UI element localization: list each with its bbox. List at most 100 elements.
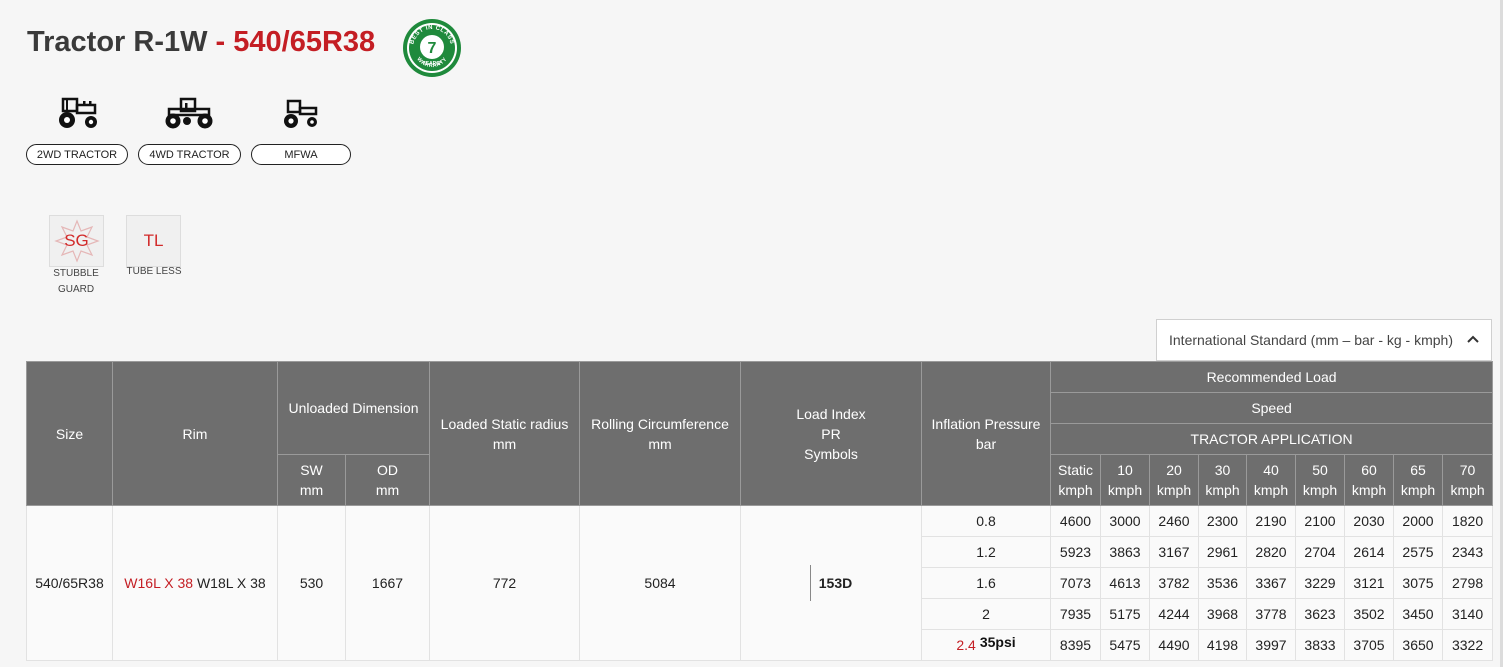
recommended-pressure: 2.4 — [956, 637, 976, 653]
header-speed-50: 50 kmph — [1295, 454, 1345, 506]
header-speed-10: 10 kmph — [1100, 454, 1150, 506]
header-size: Size — [26, 361, 113, 506]
cell-sw: 530 — [277, 505, 346, 661]
cell-load: 5175 — [1100, 598, 1150, 630]
header-rolling-circumference: Rolling Circumference mm — [579, 361, 741, 506]
cell-load: 2030 — [1344, 505, 1394, 537]
tire-spec-table: Size Rim Unloaded Dimension Loaded Stati… — [26, 361, 1494, 661]
cell-inflation-pressure: 2.4 35psi — [921, 629, 1051, 661]
cell-load: 3968 — [1198, 598, 1247, 630]
header-speed-30: 30 kmph — [1198, 454, 1247, 506]
header-load-index: Load Index PR Symbols — [740, 361, 922, 506]
header-speed-70: 70 kmph — [1441, 454, 1494, 506]
tube-less-label: TUBE LESS — [118, 264, 190, 280]
header-tractor-application: TRACTOR APPLICATION — [1049, 423, 1494, 455]
cell-load: 3450 — [1393, 598, 1443, 630]
cell-load: 1820 — [1441, 505, 1494, 537]
cell-load: 8395 — [1050, 629, 1101, 661]
cell-load: 2614 — [1344, 536, 1394, 568]
cell-load: 3705 — [1344, 629, 1394, 661]
badge-years-number: 7 — [428, 40, 437, 57]
cell-od: 1667 — [345, 505, 430, 661]
tractor-mfwa-icon — [280, 96, 322, 130]
load-index-value: 153D — [809, 565, 852, 601]
cell-load: 2798 — [1441, 567, 1494, 599]
cell-load: 3322 — [1441, 629, 1494, 661]
application-mfwa[interactable]: MFWA — [251, 144, 351, 165]
cell-inflation-pressure: 2 — [921, 598, 1051, 630]
cell-load: 7935 — [1050, 598, 1101, 630]
header-speed-40: 40 kmph — [1246, 454, 1296, 506]
stubble-guard-code: SG — [64, 231, 89, 250]
cell-load: 3000 — [1100, 505, 1150, 537]
cell-inflation-pressure: 1.2 — [921, 536, 1051, 568]
tube-less-code: TL — [143, 231, 164, 250]
cell-size: 540/65R38 — [26, 505, 113, 661]
cell-load: 2343 — [1441, 536, 1494, 568]
cell-inflation-pressure: 0.8 — [921, 505, 1051, 537]
header-speed-60: 60 kmph — [1344, 454, 1394, 506]
cell-load: 3167 — [1149, 536, 1199, 568]
stubble-guard-label-line1: STUBBLE — [53, 268, 99, 279]
header-loaded-static-radius: Loaded Static radius mm — [429, 361, 580, 506]
cell-load: 3863 — [1100, 536, 1150, 568]
header-speed-20: 20 kmph — [1149, 454, 1199, 506]
cell-load: 3997 — [1246, 629, 1296, 661]
chevron-up-icon — [1465, 331, 1481, 350]
cell-load: 3623 — [1295, 598, 1345, 630]
cell-load: 4490 — [1149, 629, 1199, 661]
header-unloaded-dimension: Unloaded Dimension — [277, 361, 430, 455]
tractor-4wd-icon — [163, 96, 215, 130]
cell-load: 3140 — [1441, 598, 1494, 630]
tire-size: 540/65R38 — [233, 26, 376, 58]
cell-load: 5923 — [1050, 536, 1101, 568]
rim-alternative: W18L X 38 — [196, 575, 266, 591]
cell-load: 3782 — [1149, 567, 1199, 599]
cell-load: 3778 — [1246, 598, 1296, 630]
header-speed: Speed — [1049, 392, 1494, 424]
header-od: OD mm — [345, 454, 430, 506]
rim-primary: W16L X 38 — [124, 575, 194, 591]
cell-load: 4600 — [1050, 505, 1101, 537]
stubble-guard-label-line2: GUARD — [57, 284, 95, 295]
cell-load: 2100 — [1295, 505, 1345, 537]
header-speed-static: Static kmph — [1050, 454, 1101, 506]
cell-load: 2704 — [1295, 536, 1345, 568]
warranty-badge-icon: BEST IN CLASS 7 YEARS* WARRANTY — [402, 18, 462, 78]
cell-loaded-static-radius: 772 — [429, 505, 580, 661]
cell-load: 3536 — [1198, 567, 1247, 599]
application-4wd-tractor[interactable]: 4WD TRACTOR — [138, 144, 241, 165]
page-title: Tractor R-1W - 540/65R38 — [27, 26, 375, 59]
unit-standard-select[interactable]: International Standard (mm – bar - kg - … — [1156, 319, 1492, 361]
table-row: 540/65R38 W16L X 38 W18L X 38 530 1667 7… — [26, 505, 1494, 661]
header-sw: SW mm — [277, 454, 346, 506]
stubble-guard-icon: SG — [49, 215, 104, 267]
cell-load: 2820 — [1246, 536, 1296, 568]
title-separator: - — [207, 26, 234, 58]
cell-load: 4613 — [1100, 567, 1150, 599]
cell-rim: W16L X 38 W18L X 38 — [112, 505, 278, 661]
header-recommended-load: Recommended Load — [1049, 361, 1494, 393]
cell-load-index: 153D — [740, 505, 922, 661]
cell-load: 5475 — [1100, 629, 1150, 661]
tractor-2wd-icon — [53, 96, 101, 130]
cell-load: 2300 — [1198, 505, 1247, 537]
tire-model: Tractor R-1W — [27, 26, 208, 58]
cell-load: 3367 — [1246, 567, 1296, 599]
unit-standard-value: International Standard (mm – bar - kg - … — [1169, 332, 1454, 348]
cell-load: 7073 — [1050, 567, 1101, 599]
cell-inflation-pressure: 1.6 — [921, 567, 1051, 599]
cell-load: 3833 — [1295, 629, 1345, 661]
cell-load: 4198 — [1198, 629, 1247, 661]
pressure-psi: 35psi — [979, 634, 1016, 650]
cell-load: 2575 — [1393, 536, 1443, 568]
cell-load: 2000 — [1393, 505, 1443, 537]
stubble-guard-label: STUBBLE GUARD — [44, 266, 108, 298]
header-inflation-pressure: Inflation Pressure bar — [921, 361, 1051, 506]
cell-load: 3075 — [1393, 567, 1443, 599]
cell-load-highlighted: 3650 — [1393, 629, 1443, 661]
tube-less-label-line1: TUBE LESS — [126, 266, 182, 277]
application-2wd-tractor[interactable]: 2WD TRACTOR — [26, 144, 128, 165]
cell-load: 3229 — [1295, 567, 1345, 599]
cell-load: 2460 — [1149, 505, 1199, 537]
